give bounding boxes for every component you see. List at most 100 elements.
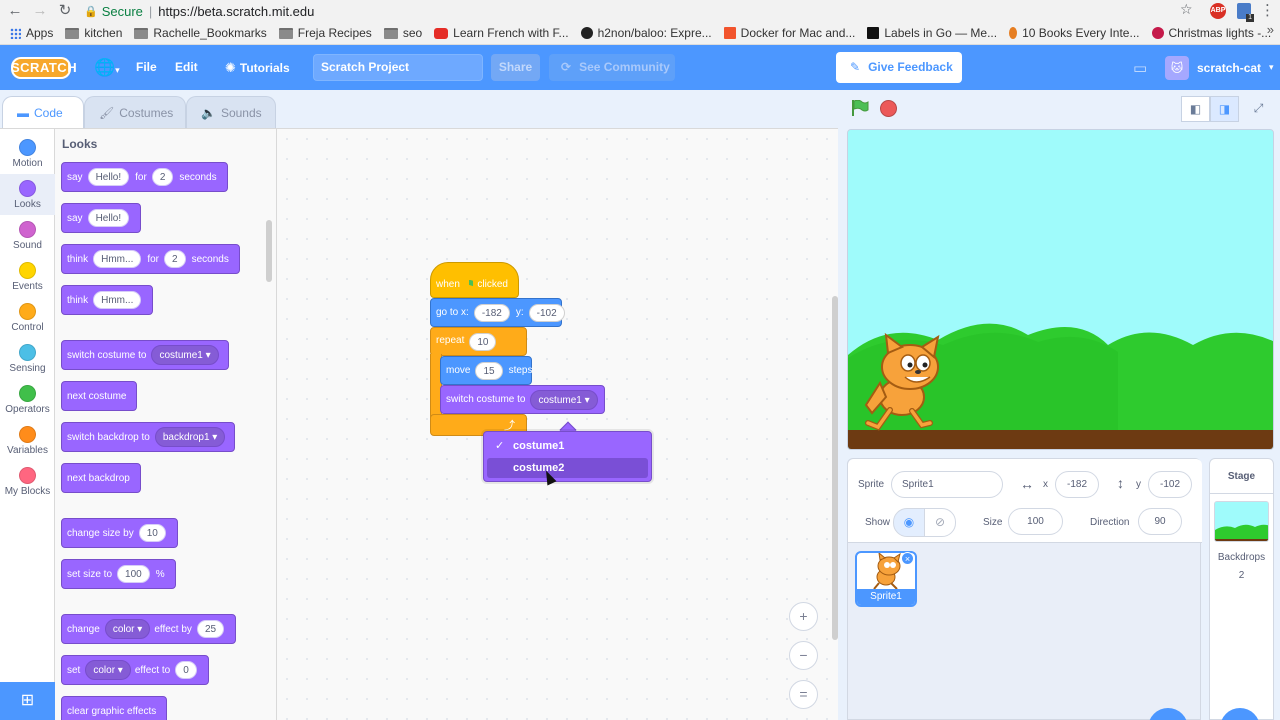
bookmark-kitchen[interactable]: kitchen	[65, 26, 122, 40]
bookmark-christmas[interactable]: Christmas lights -...	[1151, 26, 1271, 40]
category-control[interactable]: Control	[0, 297, 55, 338]
fullscreen-button[interactable]: ⤢	[1244, 96, 1273, 122]
see-community-button[interactable]: ⟳ See Community	[549, 54, 675, 81]
x-position-input[interactable]: -182	[1055, 471, 1099, 498]
tab-code[interactable]: ▬ Code	[2, 96, 84, 128]
reload-icon[interactable]: ↻	[55, 1, 75, 21]
dropdown-option-costume2[interactable]: costume2	[487, 458, 648, 478]
zoom-out-button[interactable]: −	[789, 641, 818, 670]
language-globe-icon[interactable]: 🌐▾	[94, 45, 120, 90]
script-area[interactable]	[277, 128, 838, 720]
switch-costume-block[interactable]: switch costume to costume1	[61, 340, 229, 370]
switch-costume-script-block[interactable]: switch costume to costume1	[440, 385, 605, 414]
tab-costumes[interactable]: 🖌 Costumes	[84, 96, 186, 128]
effect-amount-input[interactable]: 25	[196, 620, 225, 638]
delete-sprite-icon[interactable]: ×	[901, 552, 914, 565]
adblock-extension-icon[interactable]: ABP	[1210, 3, 1226, 19]
bookmark-docker[interactable]: Docker for Mac and...	[723, 26, 855, 40]
bookmark-apps[interactable]: Apps	[10, 26, 53, 40]
move-steps-input[interactable]: 15	[475, 361, 503, 380]
account-menu[interactable]: 🐱 scratch-cat ▾	[1165, 45, 1274, 90]
move-steps-block[interactable]: move 15 steps	[440, 356, 532, 385]
stage-canvas[interactable]	[847, 129, 1274, 450]
set-size-block[interactable]: set size to 100 %	[61, 559, 176, 589]
direction-input[interactable]: 90	[1138, 508, 1182, 535]
category-looks[interactable]: Looks	[0, 174, 55, 215]
extension-icon[interactable]: 1	[1237, 3, 1254, 22]
think-text-input[interactable]: Hmm...	[93, 250, 142, 268]
add-extension-button[interactable]: ⊞	[0, 682, 55, 720]
think-for-seconds-block[interactable]: think Hmm... for 2 seconds	[61, 244, 240, 274]
my-stuff-folder-icon[interactable]: ▭	[1133, 59, 1147, 77]
zoom-in-button[interactable]: +	[789, 602, 818, 631]
effect-dropdown[interactable]: color	[104, 619, 151, 639]
category-my-blocks[interactable]: My Blocks	[0, 461, 55, 502]
change-effect-block[interactable]: change color effect by 25	[61, 614, 237, 644]
category-events[interactable]: Events	[0, 256, 55, 297]
bookmark-seo[interactable]: seo	[383, 26, 422, 40]
costume-dropdown[interactable]: costume1	[530, 389, 598, 410]
next-costume-block[interactable]: next costume	[61, 381, 138, 411]
think-seconds-input[interactable]: 2	[164, 250, 186, 268]
when-flag-clicked-block[interactable]: when clicked	[430, 262, 519, 298]
edit-menu[interactable]: Edit	[175, 45, 198, 90]
switch-backdrop-block[interactable]: switch backdrop to backdrop1	[61, 422, 236, 452]
small-stage-button[interactable]: ◧	[1181, 96, 1210, 122]
goto-x-input[interactable]: -182	[473, 303, 510, 322]
hide-sprite-button[interactable]: ⊘	[924, 508, 956, 537]
think-text-input[interactable]: Hmm...	[93, 291, 142, 309]
stop-button[interactable]	[880, 100, 897, 117]
say-block[interactable]: say Hello!	[61, 203, 142, 233]
browser-menu-icon[interactable]: ⋮	[1260, 1, 1275, 19]
bookmark-french[interactable]: Learn French with F...	[434, 26, 569, 40]
effect-value-input[interactable]: 0	[175, 661, 197, 679]
set-size-input[interactable]: 100	[117, 565, 150, 583]
costume-dropdown[interactable]: costume1	[151, 345, 219, 365]
bookmarks-overflow-icon[interactable]: »	[1267, 22, 1274, 37]
category-sound[interactable]: Sound	[0, 215, 55, 256]
effect-dropdown[interactable]: color	[85, 660, 131, 680]
backdrop-dropdown[interactable]: backdrop1	[154, 427, 226, 447]
think-block[interactable]: think Hmm...	[61, 285, 154, 315]
large-stage-button[interactable]: ◨	[1210, 96, 1239, 122]
say-for-seconds-block[interactable]: say Hello! for 2 seconds	[61, 162, 228, 192]
change-size-block[interactable]: change size by 10	[61, 518, 178, 548]
repeat-count-input[interactable]: 10	[469, 333, 497, 351]
set-effect-block[interactable]: set color effect to 0	[61, 655, 209, 685]
size-input[interactable]: 100	[1008, 508, 1063, 535]
change-size-input[interactable]: 10	[138, 524, 166, 542]
scratch-logo[interactable]: SCRATCH	[11, 57, 77, 79]
bookmark-freja[interactable]: Freja Recipes	[278, 26, 372, 40]
green-flag-icon[interactable]	[851, 100, 869, 116]
palette-scrollbar[interactable]	[266, 220, 272, 282]
bookmark-star-icon[interactable]: ☆	[1180, 1, 1193, 18]
category-sensing[interactable]: Sensing	[0, 338, 55, 379]
address-bar[interactable]: 🔒 Secure | https://beta.scratch.mit.edu	[84, 1, 1204, 21]
y-position-input[interactable]: -102	[1148, 471, 1192, 498]
clear-effects-block[interactable]: clear graphic effects	[61, 696, 168, 720]
next-backdrop-block[interactable]: next backdrop	[61, 463, 141, 493]
script-area-scrollbar[interactable]	[832, 296, 838, 640]
go-to-xy-block[interactable]: go to x: -182 y: -102	[430, 298, 565, 327]
dropdown-option-costume1[interactable]: ✓ costume1	[487, 436, 648, 456]
category-variables[interactable]: Variables	[0, 420, 55, 461]
say-seconds-input[interactable]: 2	[151, 168, 174, 186]
bookmark-labels[interactable]: Labels in Go — Me...	[867, 26, 997, 40]
stage-selector[interactable]: Stage Backdrops 2	[1209, 458, 1274, 720]
zoom-reset-button[interactable]: =	[789, 680, 818, 709]
category-operators[interactable]: Operators	[0, 379, 55, 420]
show-sprite-button[interactable]: ◉	[893, 508, 925, 537]
give-feedback-button[interactable]: ✎ Give Feedback	[836, 52, 962, 83]
bookmark-rachelle[interactable]: Rachelle_Bookmarks	[134, 26, 267, 40]
bookmark-baloo[interactable]: h2non/baloo: Expre...	[580, 26, 712, 40]
tutorials-button[interactable]: ✺ Tutorials	[225, 45, 290, 90]
say-text-input[interactable]: Hello!	[87, 209, 130, 227]
back-icon[interactable]: ←	[5, 1, 25, 21]
share-button[interactable]: Share	[491, 54, 540, 81]
file-menu[interactable]: File	[136, 45, 157, 90]
sprite-name-input[interactable]: Sprite1	[891, 471, 1003, 498]
repeat-block[interactable]: repeat 10	[430, 327, 527, 356]
say-text-input[interactable]: Hello!	[87, 168, 130, 186]
bookmark-books[interactable]: 10 Books Every Inte...	[1009, 26, 1140, 40]
tab-sounds[interactable]: 🔈 Sounds	[186, 96, 276, 128]
